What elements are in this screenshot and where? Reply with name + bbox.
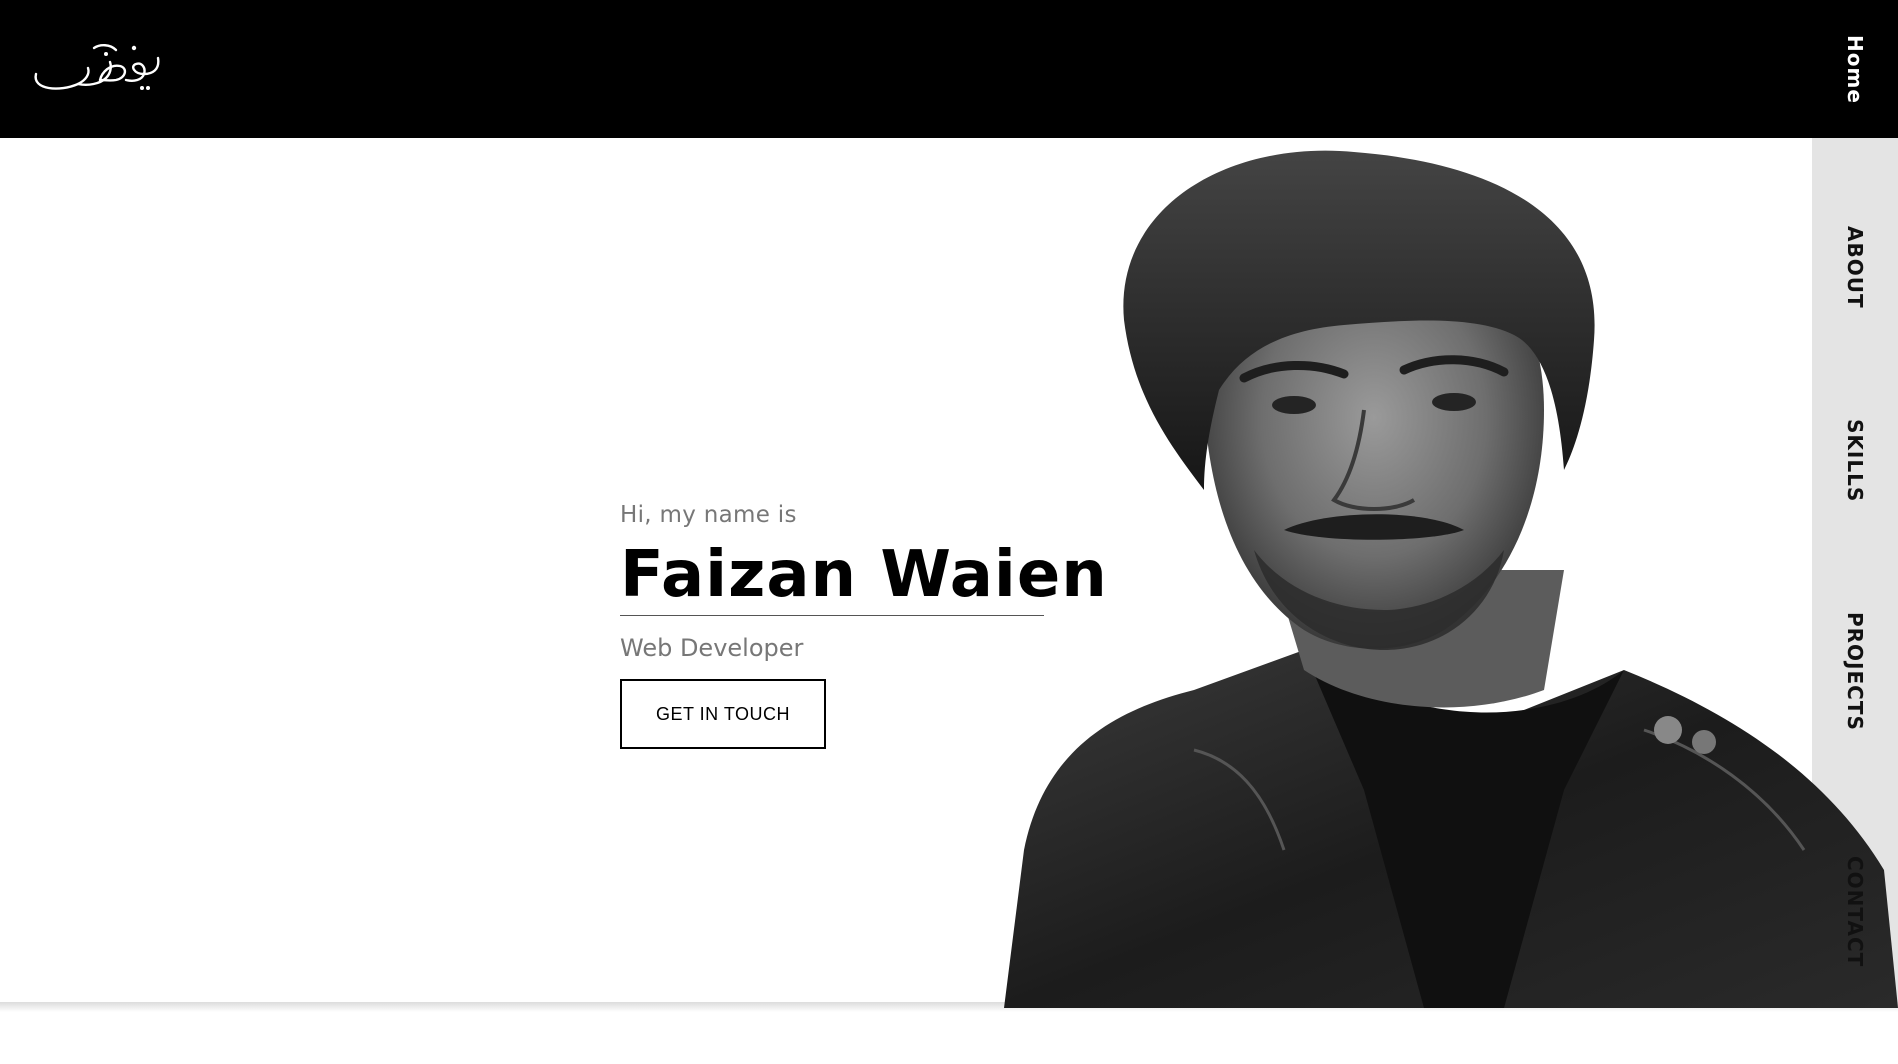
nav-item-about[interactable]: ABOUT — [1812, 138, 1898, 396]
logo-calligraphy-icon — [34, 44, 160, 90]
nav-item-label: Home — [1843, 34, 1867, 104]
nav-item-contact[interactable]: CONTACT — [1812, 816, 1898, 1008]
get-in-touch-button[interactable]: GET IN TOUCH — [620, 679, 826, 750]
nav-item-home[interactable]: Home — [1812, 0, 1898, 138]
greeting-text: Hi, my name is — [620, 502, 797, 528]
profile-photo — [1004, 150, 1898, 1008]
nav-item-label: SKILLS — [1843, 419, 1867, 503]
nav-item-label: PROJECTS — [1843, 611, 1867, 731]
person-portrait-icon — [1004, 150, 1898, 1008]
header-bar — [0, 0, 1898, 138]
nav-item-skills[interactable]: SKILLS — [1812, 396, 1898, 526]
nav-item-projects[interactable]: PROJECTS — [1812, 526, 1898, 816]
side-navigation: Home ABOUT SKILLS PROJECTS CONTACT — [1812, 0, 1898, 1008]
hero-name-heading: Faizan Waien — [620, 541, 1107, 617]
nav-item-label: CONTACT — [1843, 856, 1867, 968]
logo[interactable] — [30, 34, 165, 96]
nav-item-label: ABOUT — [1843, 225, 1867, 309]
hero-intro: Hi, my name is Faizan Waien Web Develope… — [620, 502, 1107, 750]
role-subtitle: Web Developer — [620, 634, 804, 663]
